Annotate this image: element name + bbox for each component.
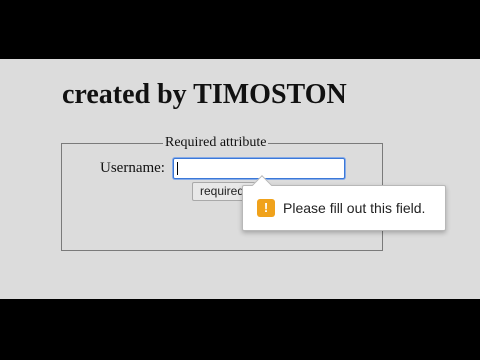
username-input[interactable] — [173, 158, 345, 179]
text-caret — [177, 162, 178, 175]
fieldset-legend: Required attribute — [163, 135, 269, 151]
warning-icon: ! — [257, 199, 275, 217]
validation-message: Please fill out this field. — [283, 200, 426, 216]
validation-tooltip: ! Please fill out this field. — [242, 175, 446, 231]
username-label: Username: — [100, 160, 165, 176]
page-title: created by TIMOSTON — [62, 79, 347, 110]
letterbox-top — [0, 0, 480, 59]
letterbox-bottom — [0, 299, 480, 360]
browser-page: created by TIMOSTON Required attribute U… — [0, 59, 480, 299]
